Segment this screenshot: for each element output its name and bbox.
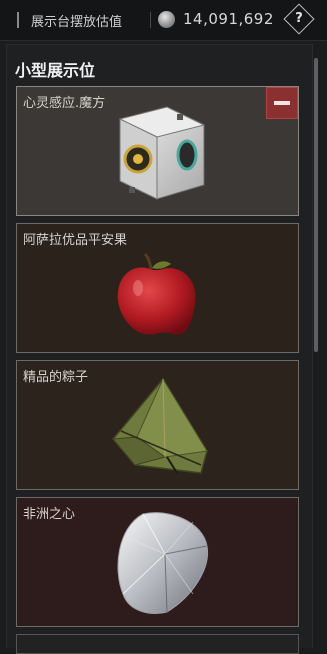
- display-slot-4[interactable]: 非洲之心: [16, 497, 299, 627]
- currency-icon: [158, 11, 175, 28]
- slot-3-label: 精品的粽子: [23, 370, 89, 385]
- valuation-title: 展示台摆放估值: [31, 15, 123, 30]
- display-slot-3[interactable]: 精品的粽子: [16, 360, 299, 490]
- slot-2-label: 阿萨拉优品平安果: [23, 233, 128, 248]
- scrollbar[interactable]: [314, 58, 318, 352]
- display-slot-5[interactable]: [16, 634, 299, 654]
- section-title: 小型展示位: [15, 61, 96, 80]
- minus-icon: [274, 101, 290, 105]
- help-button[interactable]: ?: [288, 8, 310, 30]
- display-slot-2[interactable]: 阿萨拉优品平安果: [16, 223, 299, 353]
- valuation-value: 14,091,692: [183, 10, 274, 28]
- divider: [150, 12, 151, 28]
- slot-1-label: 心灵感应.魔方: [23, 96, 106, 111]
- display-slot-1[interactable]: 心灵感应.魔方: [16, 86, 299, 216]
- remove-button[interactable]: [266, 87, 298, 119]
- slot-4-label: 非洲之心: [23, 507, 76, 522]
- title-marker: [17, 12, 19, 28]
- top-bar: 展示台摆放估值 14,091,692 ?: [0, 0, 327, 41]
